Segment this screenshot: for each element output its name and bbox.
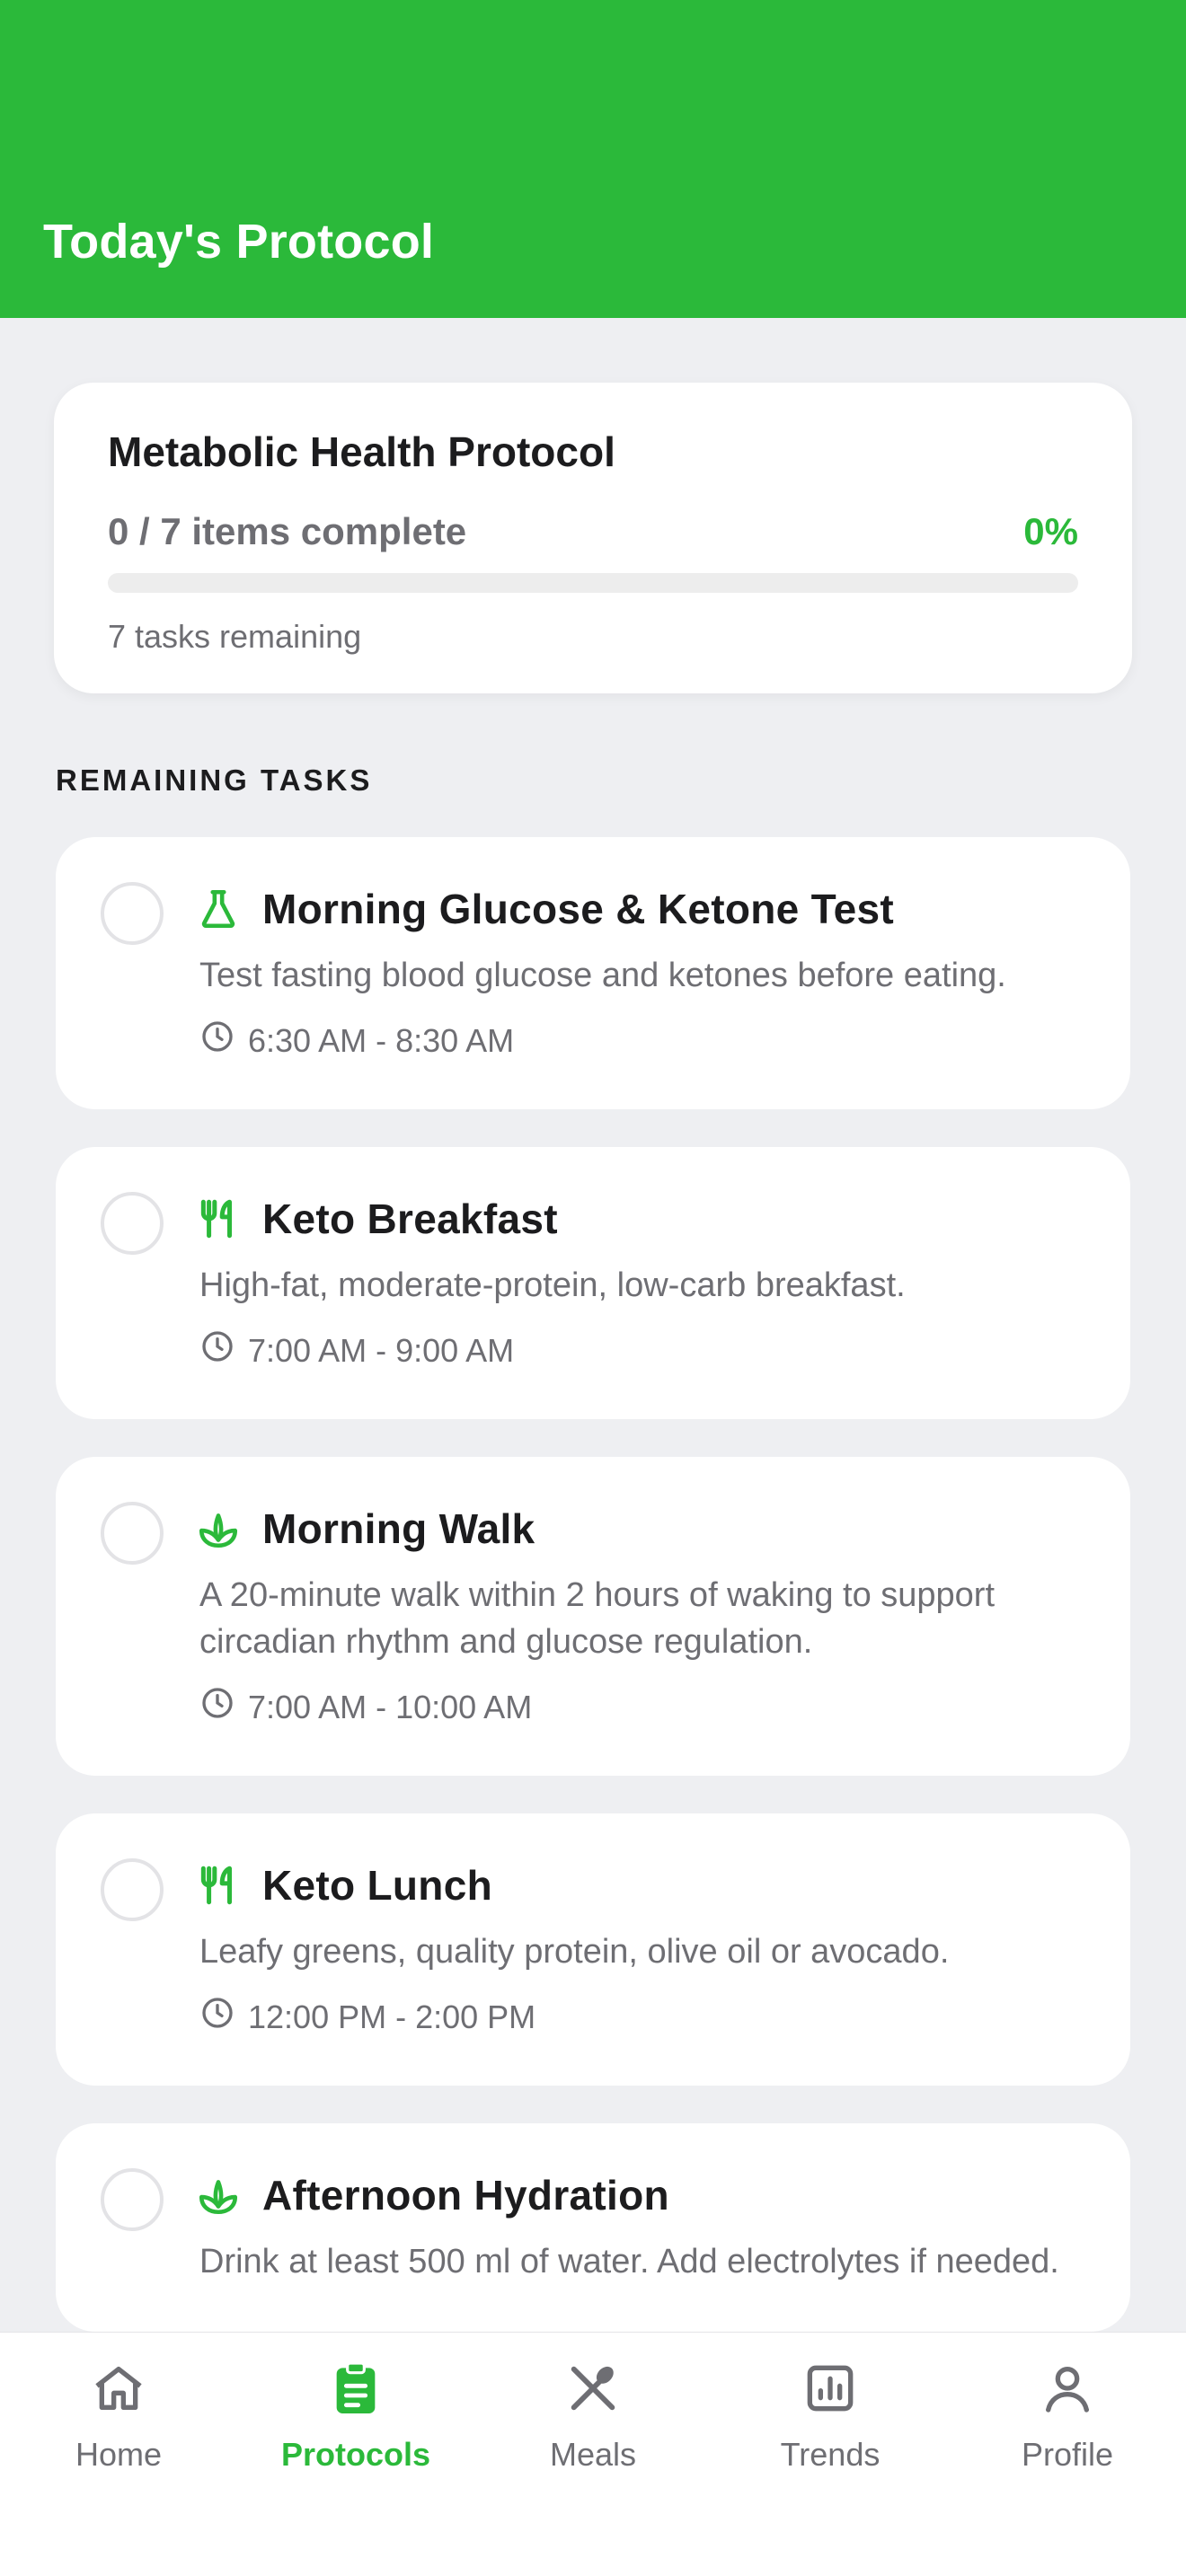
task-description: A 20-minute walk within 2 hours of wakin… — [199, 1576, 996, 1661]
task-header: Afternoon Hydration — [196, 2168, 1076, 2222]
clipboard-icon — [327, 2360, 385, 2422]
task-card[interactable]: Keto Breakfast High-fat, moderate-protei… — [56, 1147, 1130, 1419]
tasks-remaining: 7 tasks remaining — [108, 618, 362, 655]
protocol-summary-card[interactable]: Metabolic Health Protocol 0 / 7 items co… — [54, 383, 1132, 693]
tab-label: Meals — [549, 2436, 637, 2473]
task-title: Keto Breakfast — [262, 1195, 558, 1242]
task-title: Keto Lunch — [262, 1862, 492, 1909]
completion-count: 0 / 7 items complete — [108, 510, 467, 552]
section-heading: REMAINING TASKS — [56, 763, 373, 797]
task-description: Drink at least 500 ml of water. Add elec… — [199, 2243, 1059, 2280]
bottom-tab-bar: Home Protocols Meals Trends Profile — [0, 2332, 1186, 2576]
home-icon — [90, 2360, 147, 2422]
utensils-icon — [196, 1863, 241, 1908]
tab-trends[interactable]: Trends — [712, 2360, 949, 2494]
task-card[interactable]: Afternoon Hydration Drink at least 500 m… — [56, 2123, 1130, 2332]
task-title: Morning Walk — [262, 1505, 535, 1552]
task-header: Keto Lunch — [196, 1858, 1076, 1912]
task-checkbox[interactable] — [101, 1192, 164, 1255]
task-time-window: 7:00 AM - 10:00 AM — [199, 1685, 1076, 1729]
utensils-icon — [196, 1196, 241, 1241]
sprout-icon — [196, 2173, 241, 2218]
task-time-window: 6:30 AM - 8:30 AM — [199, 1019, 1076, 1063]
tab-home[interactable]: Home — [0, 2360, 237, 2494]
task-description: Test fasting blood glucose and ketones b… — [199, 957, 1006, 994]
tab-label: Trends — [780, 2436, 881, 2473]
task-time-window: 7:00 AM - 9:00 AM — [199, 1328, 1076, 1372]
task-title: Morning Glucose & Ketone Test — [262, 886, 895, 932]
task-title: Afternoon Hydration — [262, 2172, 669, 2219]
chart-icon — [801, 2360, 859, 2422]
task-header: Keto Breakfast — [196, 1192, 1076, 1246]
task-list: Morning Glucose & Ketone Test Test fasti… — [56, 837, 1130, 2369]
person-icon — [1039, 2360, 1096, 2422]
tab-protocols[interactable]: Protocols — [237, 2360, 474, 2494]
task-card[interactable]: Keto Lunch Leafy greens, quality protein… — [56, 1813, 1130, 2086]
tab-label: Home — [75, 2436, 163, 2473]
tab-meals[interactable]: Meals — [474, 2360, 712, 2494]
clock-icon — [199, 1685, 248, 1729]
task-checkbox[interactable] — [101, 882, 164, 945]
task-time-text: 7:00 AM - 9:00 AM — [248, 1331, 515, 1369]
task-time-text: 7:00 AM - 10:00 AM — [248, 1688, 533, 1725]
flask-icon — [196, 887, 241, 931]
task-description: High-fat, moderate-protein, low-carb bre… — [199, 1266, 906, 1304]
protocol-title: Metabolic Health Protocol — [108, 428, 615, 475]
task-time-window: 12:00 PM - 2:00 PM — [199, 1995, 1076, 2039]
protocol-screen: Today's Protocol Metabolic Health Protoc… — [0, 0, 1186, 2576]
task-time-text: 12:00 PM - 2:00 PM — [248, 1998, 536, 2035]
task-checkbox[interactable] — [101, 1502, 164, 1565]
clock-icon — [199, 1995, 248, 2039]
tab-label: Profile — [1021, 2436, 1114, 2473]
completion-percent: 0% — [1023, 510, 1078, 552]
fork-spoon-icon — [564, 2360, 622, 2422]
clock-icon — [199, 1019, 248, 1063]
header-bar: Today's Protocol — [0, 0, 1186, 318]
task-description: Leafy greens, quality protein, olive oil… — [199, 1933, 950, 1971]
task-checkbox[interactable] — [101, 1858, 164, 1921]
clock-icon — [199, 1328, 248, 1372]
task-header: Morning Walk — [196, 1502, 1076, 1556]
task-checkbox[interactable] — [101, 2168, 164, 2231]
task-card[interactable]: Morning Glucose & Ketone Test Test fasti… — [56, 837, 1130, 1109]
sprout-icon — [196, 1506, 241, 1551]
progress-bar — [108, 573, 1078, 593]
task-header: Morning Glucose & Ketone Test — [196, 882, 1076, 936]
tab-profile[interactable]: Profile — [949, 2360, 1186, 2494]
task-time-text: 6:30 AM - 8:30 AM — [248, 1021, 515, 1059]
task-card[interactable]: Morning Walk A 20-minute walk within 2 h… — [56, 1457, 1130, 1776]
tab-label: Protocols — [280, 2436, 431, 2473]
page-title: Today's Protocol — [43, 215, 435, 269]
